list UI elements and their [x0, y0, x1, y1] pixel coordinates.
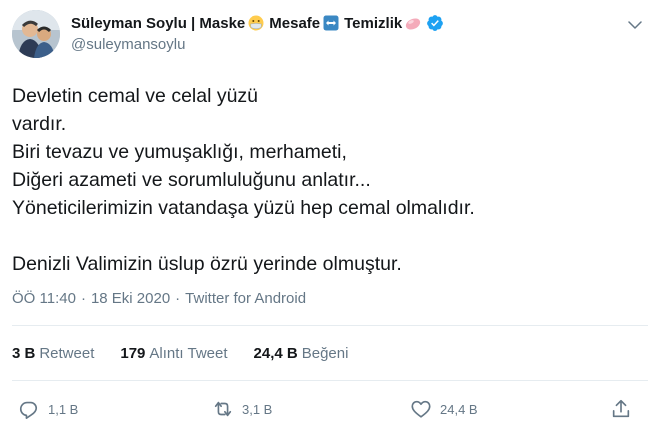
- like-count: 24,4 B: [440, 401, 478, 417]
- divider: [12, 325, 648, 326]
- avatar[interactable]: [12, 10, 60, 58]
- tweet-text: Devletin cemal ve celal yüzü vardır. Bir…: [12, 85, 475, 275]
- reply-button[interactable]: 1,1 B: [18, 398, 78, 420]
- user-handle[interactable]: @suleymansoylu: [71, 36, 444, 53]
- quote-stat-label: Alıntı Tweet: [149, 345, 228, 362]
- display-name-text: Süleyman Soylu | Maske: [71, 14, 246, 32]
- tweet-stats: 3 B Retweet 179 Alıntı Tweet 24,4 B Beğeni: [12, 345, 348, 362]
- reply-count: 1,1 B: [48, 401, 79, 417]
- tweet-source[interactable]: Twitter for Android: [185, 290, 306, 307]
- retweet-icon: [214, 401, 232, 417]
- left-right-arrow-emoji: [323, 15, 339, 31]
- chevron-down-icon[interactable]: [626, 16, 644, 34]
- retweet-count: 3,1 B: [242, 401, 273, 417]
- temizlik-text: Temizlik: [344, 14, 403, 32]
- mesafe-text: Mesafe: [269, 14, 321, 32]
- retweet-stat-count: 3 B: [12, 345, 36, 362]
- divider: [12, 380, 648, 381]
- share-button[interactable]: [610, 398, 632, 420]
- tweet-header: Süleyman Soylu | Maske Mesafe Temizlik @…: [12, 10, 648, 62]
- tweet-time[interactable]: ÖÖ 11:40: [12, 290, 76, 307]
- like-icon: [411, 400, 431, 418]
- like-stat-label: Beğeni: [301, 345, 349, 362]
- soap-emoji: [405, 15, 421, 31]
- mask-emoji: [248, 15, 264, 31]
- reply-icon: [19, 401, 38, 419]
- retweet-stat[interactable]: 3 B Retweet: [12, 345, 94, 362]
- display-name[interactable]: Süleyman Soylu | Maske Mesafe Temizlik: [71, 14, 444, 32]
- meta-separator: ·: [175, 290, 181, 307]
- retweet-stat-label: Retweet: [39, 345, 95, 362]
- tweet-meta: ÖÖ 11:40 · 18 Eki 2020 · Twitter for And…: [12, 290, 306, 307]
- retweet-button[interactable]: 3,1 B: [212, 398, 272, 420]
- like-stat[interactable]: 24,4 B Beğeni: [254, 345, 349, 362]
- like-stat-count: 24,4 B: [253, 345, 298, 362]
- quote-stat-count: 179: [120, 345, 146, 362]
- tweet-date[interactable]: 18 Eki 2020: [91, 290, 170, 307]
- meta-separator: ·: [80, 290, 86, 307]
- name-block: Süleyman Soylu | Maske Mesafe Temizlik @…: [71, 14, 444, 53]
- verified-badge-icon: [426, 14, 444, 32]
- quote-stat[interactable]: 179 Alıntı Tweet: [120, 345, 227, 362]
- like-button[interactable]: 24,4 B: [410, 398, 478, 420]
- share-icon: [612, 399, 630, 418]
- action-bar: 1,1 B 3,1 B 24,4 B: [12, 398, 648, 420]
